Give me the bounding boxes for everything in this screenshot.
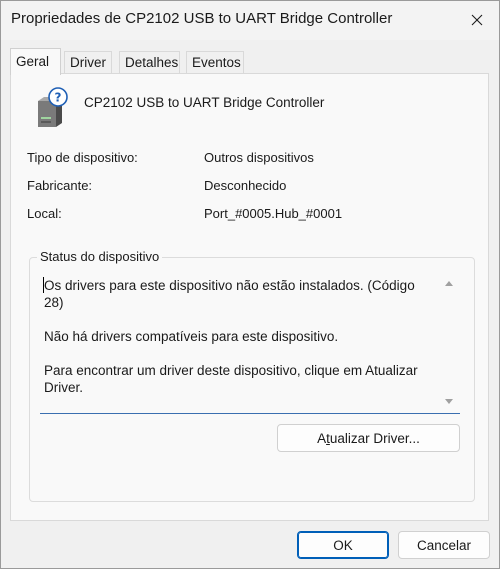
device-name: CP2102 USB to UART Bridge Controller	[84, 95, 325, 110]
tab-panel-geral: ? CP2102 USB to UART Bridge Controller T…	[10, 73, 489, 521]
device-type-value: Outros dispositivos	[204, 150, 314, 165]
status-text: Os drivers para este dispositivo não est…	[44, 277, 436, 413]
title-bar: Propriedades de CP2102 USB to UART Bridg…	[0, 0, 500, 40]
status-line-no-drivers: Não há drivers compatíveis para este dis…	[44, 329, 339, 344]
location-value: Port_#0005.Hub_#0001	[204, 206, 343, 221]
update-driver-button[interactable]: At ualizar Driver...	[277, 424, 460, 452]
tab-geral[interactable]: Geral	[10, 48, 61, 75]
close-icon	[471, 14, 483, 26]
tab-driver[interactable]: Driver	[64, 51, 112, 74]
device-status-legend: Status do dispositivo	[37, 249, 163, 264]
ok-button[interactable]: OK	[297, 531, 389, 559]
scroll-up-arrow-icon[interactable]	[444, 278, 454, 288]
device-type-label: Tipo de dispositivo:	[27, 150, 138, 165]
close-button[interactable]	[454, 0, 500, 40]
window-title: Propriedades de CP2102 USB to UART Bridg…	[11, 10, 393, 27]
location-label: Local:	[27, 206, 62, 221]
update-driver-label-a: A	[317, 430, 327, 446]
unknown-device-icon: ?	[38, 87, 68, 127]
tab-eventos[interactable]: Eventos	[186, 51, 244, 74]
status-line-instructions: Para encontrar um driver deste dispositi…	[44, 363, 418, 395]
status-textbox[interactable]: Os drivers para este dispositivo não est…	[40, 272, 460, 414]
status-line-error: Os drivers para este dispositivo não est…	[44, 278, 415, 310]
svg-text:?: ?	[55, 91, 62, 105]
cancel-button[interactable]: Cancelar	[398, 531, 490, 559]
manufacturer-label: Fabricante:	[27, 178, 93, 193]
scroll-down-arrow-icon[interactable]	[444, 397, 454, 407]
manufacturer-value: Desconhecido	[204, 178, 287, 193]
update-driver-label-rest: ualizar Driver...	[329, 430, 420, 446]
tab-detalhes[interactable]: Detalhes	[119, 51, 180, 74]
